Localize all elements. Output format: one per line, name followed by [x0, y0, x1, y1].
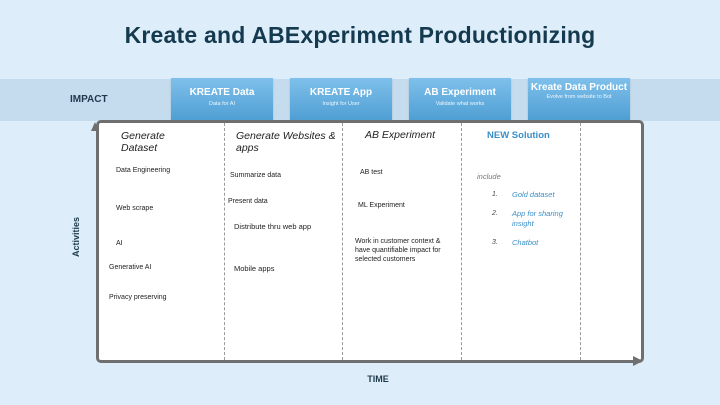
column-divider	[461, 123, 462, 360]
activity-item: Present data	[228, 198, 268, 205]
activity-item: Work in customer context & have quantifi…	[355, 238, 441, 263]
activity-item: AI	[116, 240, 123, 247]
header-subtitle: Validate what works	[435, 101, 485, 107]
activity-item: ML Experiment	[358, 202, 405, 209]
activity-item: Mobile apps	[234, 264, 275, 273]
column-divider	[342, 123, 343, 360]
list-number: 1.	[492, 191, 498, 198]
header-kreate-data-product: Kreate Data Product Evolve from website …	[528, 78, 630, 126]
header-kreate-app: KREATE App Insight for User	[290, 78, 392, 126]
header-subtitle: Data for AI	[209, 101, 235, 107]
list-number: 3.	[492, 239, 498, 246]
activity-item: Data Engineering	[116, 167, 171, 174]
header-subtitle: Insight for User	[322, 101, 360, 107]
activities-axis-label: Activities	[71, 216, 81, 258]
header-kreate-data: KREATE Data Data for AI	[171, 78, 273, 126]
header-subtitle: Evolve from website to Bot	[546, 94, 612, 100]
include-label: include	[477, 172, 501, 181]
column-heading-generate-dataset: Generate Dataset	[121, 130, 165, 154]
column-divider	[580, 123, 581, 360]
column-divider	[224, 123, 225, 360]
header-title: Kreate Data Product	[530, 82, 628, 93]
impact-label: IMPACT	[70, 94, 108, 105]
solution-item: Chatbot	[512, 238, 539, 247]
time-axis-label: TIME	[367, 374, 389, 384]
header-title: KREATE Data	[189, 87, 255, 98]
activity-item: Privacy preserving	[109, 294, 167, 301]
column-heading-generate-websites: Generate Websites & apps	[236, 130, 336, 154]
activity-item: Summarize data	[230, 172, 281, 179]
activity-item: Distribute thru web app	[234, 222, 312, 231]
column-heading-new-solution: NEW Solution	[487, 130, 550, 141]
activity-item: AB test	[360, 169, 383, 176]
page-title: Kreate and ABExperiment Productionizing	[124, 22, 596, 48]
header-ab-experiment: AB Experiment Validate what works	[409, 78, 511, 126]
solution-item: Gold dataset	[512, 190, 555, 199]
solution-item: App for sharing insight	[512, 209, 563, 228]
activity-item: Web scrape	[116, 205, 154, 212]
header-title: KREATE App	[309, 87, 373, 98]
header-title: AB Experiment	[424, 87, 496, 98]
column-heading-ab-experiment: AB Experiment	[365, 129, 436, 141]
activity-item: Generative AI	[109, 264, 152, 271]
list-number: 2.	[492, 210, 498, 217]
